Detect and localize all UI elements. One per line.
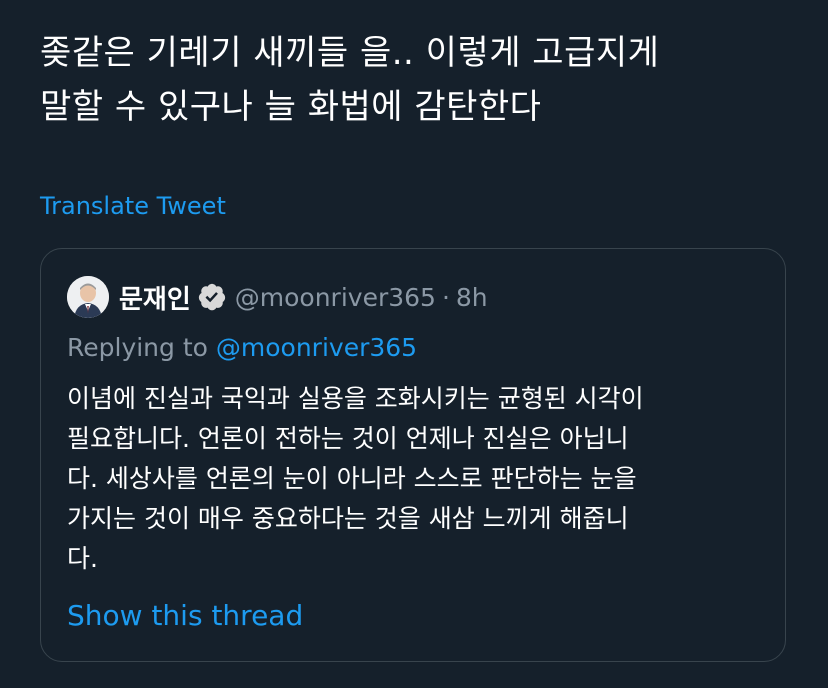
handle[interactable]: @moonriver365 — [235, 283, 436, 312]
replying-to: Replying to @moonriver365 — [67, 333, 417, 362]
tweet-text-line: 말할 수 있구나 늘 화법에 감탄한다 — [40, 87, 542, 127]
verified-badge-icon — [197, 282, 227, 312]
separator-dot: · — [441, 282, 450, 312]
quoted-text-line: 필요합니다. 언론이 전하는 것이 언제나 진실은 아닙니 — [67, 424, 629, 453]
avatar[interactable] — [67, 276, 109, 318]
tweet-text: 좆같은 기레기 새끼들 을.. 이렇게 고급지게 말할 수 있구나 늘 화법에 … — [40, 26, 800, 134]
quoted-tweet-card[interactable]: 문재인 @moonriver365 · 8h Replying to @moon… — [40, 248, 786, 662]
timestamp[interactable]: 8h — [456, 283, 488, 312]
quoted-tweet-header: 문재인 @moonriver365 · 8h — [67, 275, 488, 319]
avatar-image — [67, 276, 109, 318]
translate-tweet-link[interactable]: Translate Tweet — [40, 192, 226, 220]
quoted-text-line: 이념에 진실과 국익과 실용을 조화시키는 균형된 시각이 — [67, 384, 644, 413]
quoted-text-line: 다. 세상사를 언론의 눈이 아니라 스스로 판단하는 눈을 — [67, 464, 637, 493]
replying-to-mention[interactable]: @moonriver365 — [216, 333, 417, 362]
quoted-tweet-text: 이념에 진실과 국익과 실용을 조화시키는 균형된 시각이 필요합니다. 언론이… — [67, 379, 767, 579]
tweet-text-line: 좆같은 기레기 새끼들 을.. 이렇게 고급지게 — [40, 33, 660, 73]
display-name[interactable]: 문재인 — [119, 279, 191, 316]
replying-to-prefix: Replying to — [67, 333, 216, 362]
quoted-text-line: 가지는 것이 매우 중요하다는 것을 새삼 느끼게 해줍니 — [67, 504, 629, 533]
show-thread-link[interactable]: Show this thread — [67, 599, 303, 632]
quoted-text-line: 다. — [67, 544, 98, 573]
